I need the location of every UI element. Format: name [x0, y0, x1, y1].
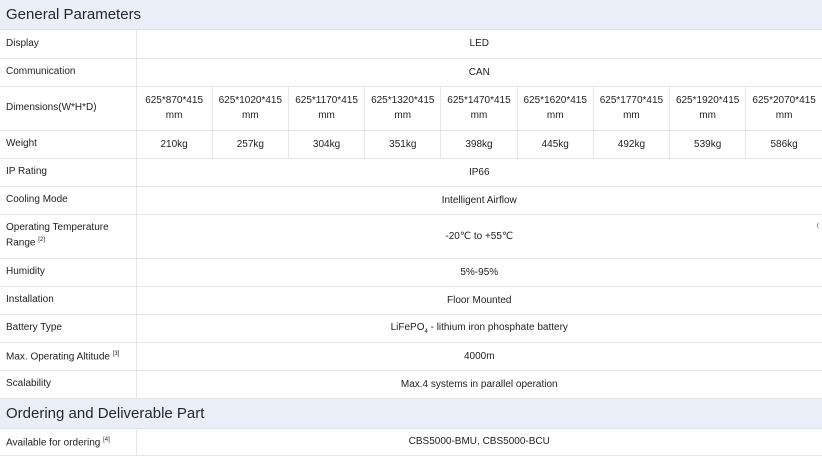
weight-cell: 492kg	[593, 130, 669, 158]
general-parameters-table: Display LED Communication CAN Dimensions…	[0, 30, 822, 399]
weight-cell: 586kg	[746, 130, 822, 158]
row-dimensions: Dimensions(W*H*D) 625*870*415mm 625*1020…	[0, 86, 822, 130]
dimension-cell: 625*1920*415mm	[670, 86, 746, 130]
dimension-cell: 625*1620*415mm	[517, 86, 593, 130]
value-battery-type: LiFePO4 - lithium iron phosphate battery	[136, 314, 822, 342]
dimension-cell: 625*1020*415mm	[212, 86, 288, 130]
row-max-altitude: Max. Operating Altitude [3] 4000m	[0, 342, 822, 370]
row-communication: Communication CAN	[0, 58, 822, 86]
label-display: Display	[0, 30, 136, 58]
weight-cell: 398kg	[441, 130, 517, 158]
row-operating-temperature: Operating Temperature Range [2] -20℃ to …	[0, 214, 822, 258]
label-weight: Weight	[0, 130, 136, 158]
row-display: Display LED	[0, 30, 822, 58]
dimension-cell: 625*1470*415mm	[441, 86, 517, 130]
label-scalability: Scalability	[0, 370, 136, 398]
value-max-altitude: 4000m	[136, 342, 822, 370]
row-ip-rating: IP Rating IP66	[0, 158, 822, 186]
label-dimensions: Dimensions(W*H*D)	[0, 86, 136, 130]
label-communication: Communication	[0, 58, 136, 86]
weight-cell: 257kg	[212, 130, 288, 158]
row-cooling-mode: Cooling Mode Intelligent Airflow	[0, 186, 822, 214]
weight-cell: 304kg	[288, 130, 364, 158]
footnote-marker: [4]	[103, 437, 110, 443]
weight-cell: 445kg	[517, 130, 593, 158]
label-cooling-mode: Cooling Mode	[0, 186, 136, 214]
value-cooling-mode: Intelligent Airflow	[136, 186, 822, 214]
dimension-cell: 625*2070*415mm	[746, 86, 822, 130]
label-humidity: Humidity	[0, 258, 136, 286]
dimension-cell: 625*1320*415mm	[365, 86, 441, 130]
weight-cell: 539kg	[670, 130, 746, 158]
value-ip-rating: IP66	[136, 158, 822, 186]
value-display: LED	[136, 30, 822, 58]
dimension-cell: 625*1170*415mm	[288, 86, 364, 130]
row-battery-type: Battery Type LiFePO4 - lithium iron phos…	[0, 314, 822, 342]
row-scalability: Scalability Max.4 systems in parallel op…	[0, 370, 822, 398]
label-battery-type: Battery Type	[0, 314, 136, 342]
footnote-marker: [3]	[113, 351, 120, 357]
value-humidity: 5%-95%	[136, 258, 822, 286]
scroll-edge-mark	[817, 222, 821, 229]
ordering-table: Available for ordering [4] CBS5000-BMU, …	[0, 429, 822, 456]
row-humidity: Humidity 5%-95%	[0, 258, 822, 286]
value-installation: Floor Mounted	[136, 286, 822, 314]
value-communication: CAN	[136, 58, 822, 86]
label-ip-rating: IP Rating	[0, 158, 136, 186]
row-available-for-ordering: Available for ordering [4] CBS5000-BMU, …	[0, 429, 822, 456]
weight-cell: 351kg	[365, 130, 441, 158]
value-operating-temperature: -20℃ to +55℃	[136, 214, 822, 258]
row-weight: Weight 210kg 257kg 304kg 351kg 398kg 445…	[0, 130, 822, 158]
dimension-cell: 625*870*415mm	[136, 86, 212, 130]
label-installation: Installation	[0, 286, 136, 314]
weight-cell: 210kg	[136, 130, 212, 158]
value-available-for-ordering: CBS5000-BMU, CBS5000-BCU	[136, 429, 822, 456]
row-installation: Installation Floor Mounted	[0, 286, 822, 314]
footnote-marker: [2]	[38, 237, 45, 243]
ordering-header: Ordering and Deliverable Part	[0, 399, 822, 429]
label-operating-temperature: Operating Temperature Range [2]	[0, 214, 136, 258]
general-parameters-header: General Parameters	[0, 0, 822, 30]
label-available-for-ordering: Available for ordering [4]	[0, 429, 136, 456]
ordering-title: Ordering and Deliverable Part	[6, 405, 204, 422]
label-max-altitude: Max. Operating Altitude [3]	[0, 342, 136, 370]
dimension-cell: 625*1770*415mm	[593, 86, 669, 130]
general-parameters-title: General Parameters	[6, 6, 141, 23]
value-scalability: Max.4 systems in parallel operation	[136, 370, 822, 398]
